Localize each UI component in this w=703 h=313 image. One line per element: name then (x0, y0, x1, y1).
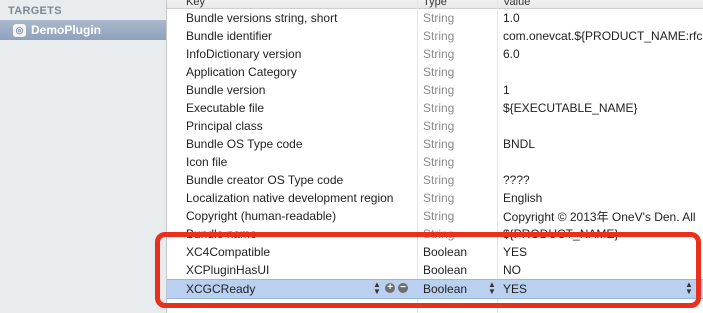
row-value[interactable]: 1.0 (503, 11, 703, 25)
row-type: String (423, 209, 455, 223)
plist-row[interactable]: Executable file String ${EXECUTABLE_NAME… (167, 99, 703, 117)
row-type: String (423, 173, 455, 187)
plist-row[interactable]: Icon file String (167, 153, 703, 171)
column-header: Key Type Value (167, 0, 703, 9)
highlight-annotation (155, 232, 701, 308)
value-column-header[interactable]: Value (503, 0, 530, 8)
row-type: String (423, 191, 455, 205)
row-type: String (423, 65, 455, 79)
sidebar: TARGETS ◎ DemoPlugin (0, 0, 167, 313)
row-key: Executable file (186, 101, 265, 115)
row-type: String (423, 29, 455, 43)
row-key: Bundle creator OS Type code (186, 173, 344, 187)
row-value[interactable]: 6.0 (503, 47, 703, 61)
row-value[interactable]: Copyright © 2013年 OneV's Den. All (503, 208, 703, 225)
plist-row[interactable]: Bundle versions string, short String 1.0 (167, 9, 703, 27)
row-type: String (423, 11, 455, 25)
row-value[interactable]: ${EXECUTABLE_NAME} (503, 101, 703, 115)
row-key: Copyright (human-readable) (186, 209, 337, 223)
row-key: Application Category (186, 65, 297, 79)
row-value[interactable]: English (503, 191, 703, 205)
key-column-header[interactable]: Key (186, 0, 205, 8)
row-value[interactable]: 1 (503, 83, 703, 97)
plist-row[interactable]: Principal class String (167, 117, 703, 135)
row-value[interactable]: ???? (503, 173, 703, 187)
plist-row[interactable]: InfoDictionary version String 6.0 (167, 45, 703, 63)
sidebar-item-demoplugin[interactable]: ◎ DemoPlugin (0, 20, 166, 40)
row-type: String (423, 119, 455, 133)
row-type: String (423, 137, 455, 151)
row-key: Bundle identifier (186, 29, 273, 43)
row-key: Localization native development region (186, 191, 394, 205)
row-key: Icon file (186, 155, 228, 169)
targets-header: TARGETS (8, 5, 62, 17)
row-key: Bundle OS Type code (186, 137, 303, 151)
plist-row[interactable]: Bundle version String 1 (167, 81, 703, 99)
row-value[interactable]: BNDL (503, 137, 703, 151)
row-type: String (423, 47, 455, 61)
sidebar-item-label: DemoPlugin (31, 23, 102, 37)
plist-row[interactable]: Bundle OS Type code String BNDL (167, 135, 703, 153)
row-key: InfoDictionary version (186, 47, 302, 61)
target-icon: ◎ (13, 23, 26, 37)
row-type: String (423, 155, 455, 169)
plist-row[interactable]: Localization native development region S… (167, 189, 703, 207)
row-value[interactable]: com.onevcat.${PRODUCT_NAME:rfc1034identi… (503, 29, 703, 43)
row-key: Bundle versions string, short (186, 11, 338, 25)
row-type: String (423, 83, 455, 97)
plist-row[interactable]: Application Category String (167, 63, 703, 81)
row-type: String (423, 101, 455, 115)
plist-row[interactable]: Bundle creator OS Type code String ???? (167, 171, 703, 189)
row-key: Principal class (186, 119, 263, 133)
type-column-header[interactable]: Type (423, 0, 447, 8)
plist-row[interactable]: Bundle identifier String com.onevcat.${P… (167, 27, 703, 45)
plist-row[interactable]: Copyright (human-readable) String Copyri… (167, 207, 703, 225)
row-key: Bundle version (186, 83, 266, 97)
